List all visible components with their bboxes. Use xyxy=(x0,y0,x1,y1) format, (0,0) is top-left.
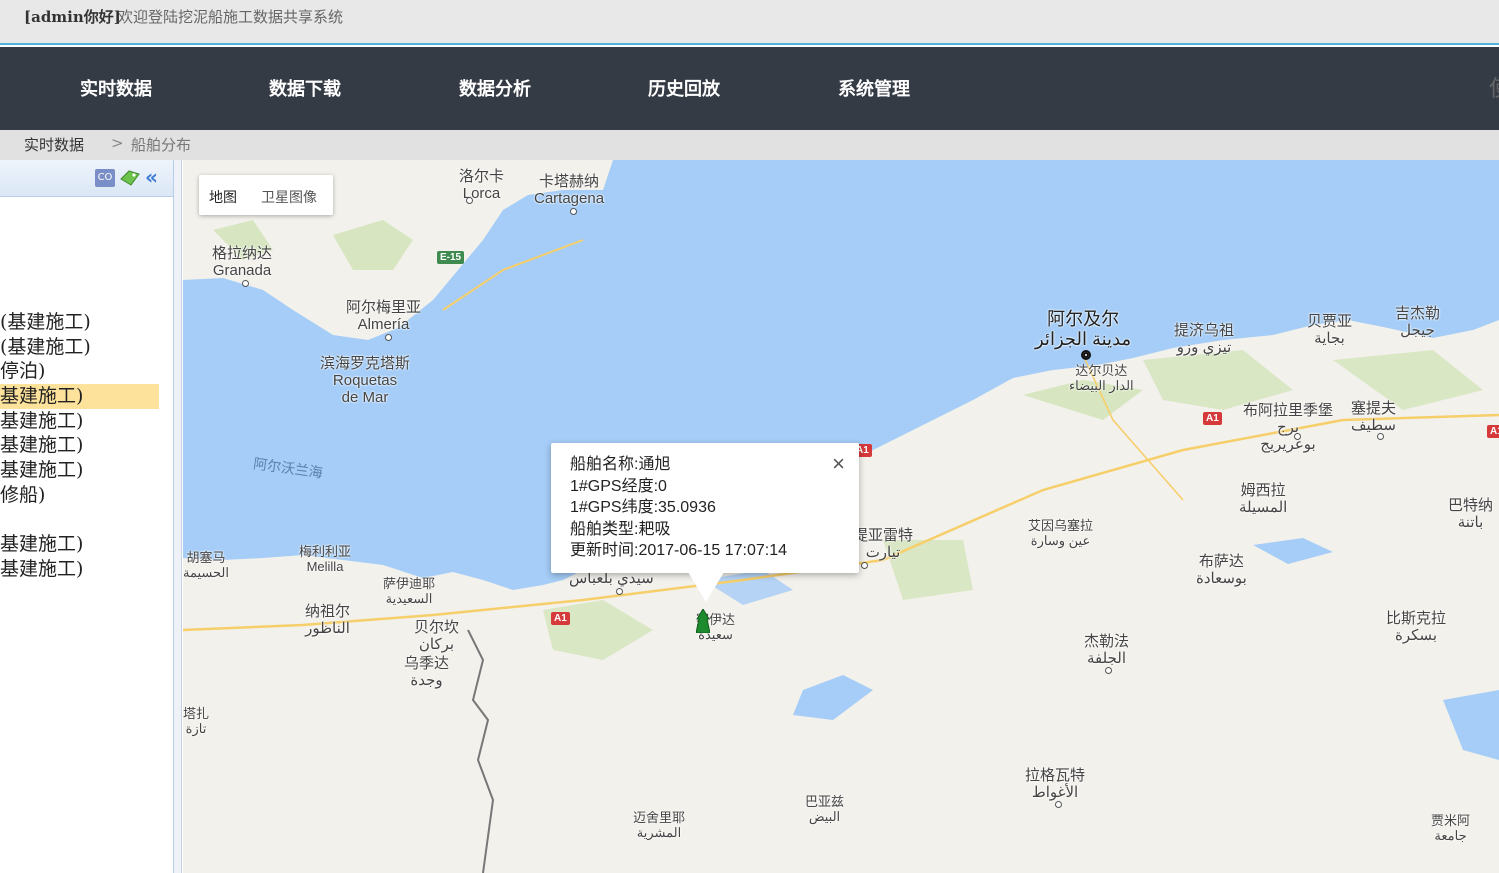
city-dot-icon xyxy=(616,588,623,595)
main-nav: 实时数据 数据下载 数据分析 历史回放 系统管理 使 xyxy=(0,47,1499,130)
nav-overflow-text: 使 xyxy=(1489,71,1499,103)
ship-gps-longitude: 1#GPS经度:0 xyxy=(570,477,667,495)
close-icon[interactable]: × xyxy=(832,453,845,475)
nav-item-download[interactable]: 数据下载 xyxy=(269,75,341,101)
ship-type: 船舶类型:耙吸 xyxy=(570,520,671,538)
label-msila: 姆西拉 المسيلة xyxy=(1239,482,1288,516)
label-bou-saada: 布萨达 بوسعادة xyxy=(1196,553,1247,587)
map-type-control: 地图 卫星图像 xyxy=(199,175,333,215)
nav-item-analysis[interactable]: 数据分析 xyxy=(459,75,531,101)
label-djelfa: 杰勒法 الجلفة xyxy=(1084,633,1130,667)
label-lorca: 洛尔卡 Lorca xyxy=(459,168,505,202)
road-shield-a1: A1 xyxy=(551,612,570,625)
nav-item-playback[interactable]: 历史回放 xyxy=(648,75,720,101)
ship-name: 船舶名称:通旭 xyxy=(570,456,671,473)
road-shield-e15: E-15 xyxy=(437,251,465,264)
list-item[interactable]: 停泊) xyxy=(0,359,173,384)
ship-list-panel: CO « (基建施工) (基建施工) 停泊) 基建施工) 基建施工) 基建施工)… xyxy=(0,160,174,873)
label-tizi-ouzou: 提济乌祖 تيزي وزو xyxy=(1174,322,1235,356)
road-shield-a1: A1 xyxy=(1203,412,1222,425)
ship-info-window: 船舶名称:通旭 1#GPS经度:0 1#GPS纬度:35.0936 船舶类型:耙… xyxy=(551,443,859,602)
panel-header: CO « xyxy=(0,160,173,197)
welcome-text: 欢迎登陆挖泥船施工数据共享系统 xyxy=(118,8,344,26)
ship-gps-latitude: 1#GPS纬度:35.0936 xyxy=(570,499,716,516)
co-icon[interactable]: CO xyxy=(95,169,115,187)
nav-item-system[interactable]: 系统管理 xyxy=(838,75,910,101)
map-view[interactable]: 洛尔卡 Lorca 卡塔赫纳 Cartagena 格拉纳达 Granada 阿尔梅里亚… xyxy=(183,160,1499,873)
label-roquetas: 滨海罗克塔斯 Roquetas de Mar xyxy=(320,355,411,406)
label-melilla: 梅利利亚 Melilla xyxy=(299,544,352,574)
label-biskra: 比斯克拉 بسكرة xyxy=(1386,610,1447,644)
ship-update-time: 更新时间:2017-06-15 17:07:14 xyxy=(570,542,788,559)
label-tiaret: 提亚雷特 تيارت xyxy=(853,527,914,561)
list-item[interactable]: 基建施工) xyxy=(0,433,173,458)
label-nador: 纳祖尔 الناظور xyxy=(305,603,351,637)
breadcrumb-current: 船舶分布 xyxy=(131,136,192,154)
label-ain-oussera: 艾因乌塞拉 عين وسارة xyxy=(1028,518,1094,548)
label-algiers: 阿尔及尔 مدينة الجزائر xyxy=(1035,309,1132,349)
label-batna: 巴特纳 باتنة xyxy=(1448,497,1494,531)
label-al-hoceima: 胡塞马 الحسيمة xyxy=(183,550,229,580)
panel-splitter[interactable] xyxy=(174,160,182,873)
ship-marker-icon[interactable] xyxy=(696,609,710,633)
label-oujda: 乌季达 وجدة xyxy=(404,655,450,689)
list-item[interactable]: 基建施工) xyxy=(0,409,173,434)
label-almeria: 阿尔梅里亚 Almería xyxy=(346,299,422,333)
label-saidia: 萨伊迪耶 السعيدية xyxy=(383,576,436,606)
label-bordj-bou-arreridj: 布阿拉里季堡 برج بوعريريج xyxy=(1243,402,1334,453)
list-item[interactable]: (基建施工) xyxy=(0,310,173,335)
label-bejaia: 贝贾亚 بجاية xyxy=(1307,313,1353,347)
label-setif: 塞提夫 سطيف xyxy=(1351,400,1397,434)
user-greeting: [admin你好] xyxy=(24,8,121,26)
list-item[interactable]: 基建施工) xyxy=(0,557,173,582)
list-item[interactable]: 基建施工) xyxy=(0,532,173,557)
city-dot-icon xyxy=(466,197,473,204)
label-jijel: 吉杰勒 جيجل xyxy=(1395,305,1441,339)
list-item-selected[interactable]: 基建施工) xyxy=(0,384,173,409)
breadcrumb-parent[interactable]: 实时数据 xyxy=(24,134,84,155)
city-dot-icon xyxy=(861,562,868,569)
list-item[interactable]: 基建施工) xyxy=(0,458,173,483)
info-window-tail xyxy=(688,572,724,602)
map-type-satellite-button[interactable]: 卫星图像 xyxy=(261,187,317,207)
label-cartagena: 卡塔赫纳 Cartagena xyxy=(534,173,605,207)
city-dot-icon xyxy=(385,334,392,341)
label-berkane: 贝尔坎 بركان xyxy=(414,619,460,653)
label-granada: 格拉纳达 Granada xyxy=(212,245,273,279)
map-type-map-button[interactable]: 地图 xyxy=(209,187,237,207)
breadcrumb: 实时数据 > 船舶分布 xyxy=(0,130,1499,160)
city-dot-icon xyxy=(242,280,249,287)
ship-list: (基建施工) (基建施工) 停泊) 基建施工) 基建施工) 基建施工) 基建施工… xyxy=(0,310,173,582)
tag-icon[interactable] xyxy=(119,169,141,187)
label-jamaa: 贾米阿 جامعة xyxy=(1431,813,1471,843)
list-item[interactable]: 修船) xyxy=(0,483,173,508)
collapse-double-left-icon[interactable]: « xyxy=(145,167,165,187)
city-dot-icon xyxy=(1294,433,1301,440)
city-dot-icon xyxy=(570,208,577,215)
label-mecheria: 迈舍里耶 المشرية xyxy=(633,810,686,840)
label-dar-el-beida: 达尔贝达 الدار البيضاء xyxy=(1069,363,1134,393)
breadcrumb-separator: > xyxy=(111,134,124,152)
label-taza: 塔扎 تازة xyxy=(183,706,210,736)
city-dot-icon xyxy=(1055,801,1062,808)
top-bar: [admin你好] 欢迎登陆挖泥船施工数据共享系统 xyxy=(0,0,1499,45)
list-item[interactable]: (基建施工) xyxy=(0,335,173,360)
label-el-bayadh: 巴亚兹 البيض xyxy=(805,794,845,824)
road-shield-a1: A1 xyxy=(1487,425,1499,438)
city-dot-icon xyxy=(1377,433,1384,440)
capital-marker-icon xyxy=(1081,350,1091,360)
list-item[interactable] xyxy=(0,508,173,533)
label-laghouat: 拉格瓦特 الأغواط xyxy=(1025,767,1086,801)
city-dot-icon xyxy=(1105,667,1112,674)
nav-item-realtime[interactable]: 实时数据 xyxy=(80,75,152,101)
